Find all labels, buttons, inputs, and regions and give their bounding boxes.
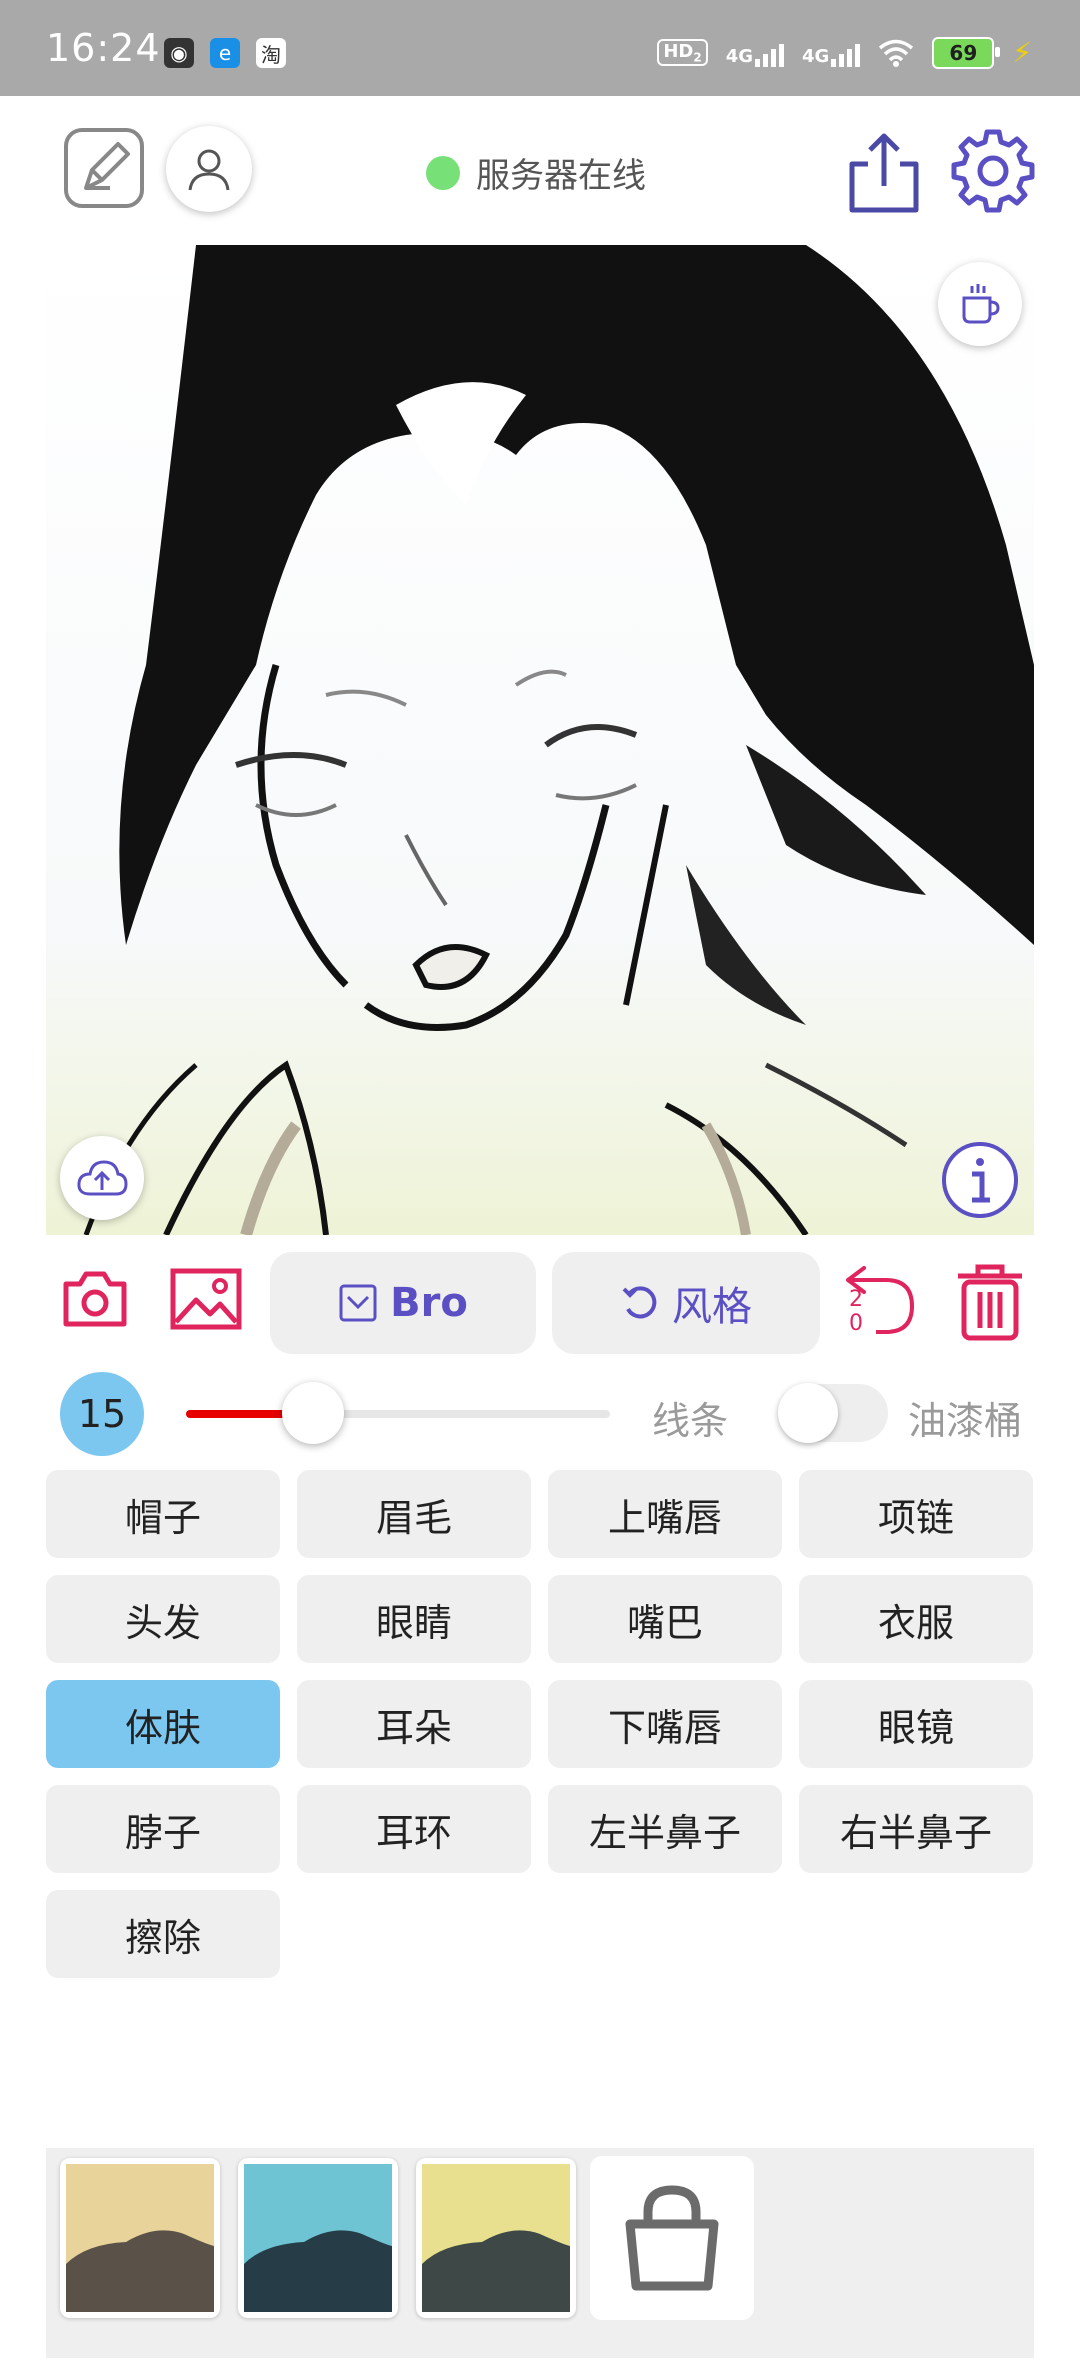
style-button[interactable]: 风格 xyxy=(552,1252,820,1354)
network-1: 4G xyxy=(726,39,785,67)
part-button[interactable]: 眉毛 xyxy=(297,1470,531,1558)
checkbox-icon xyxy=(339,1284,377,1322)
gallery-image-icon[interactable] xyxy=(170,1268,242,1330)
style-swatch[interactable] xyxy=(238,2158,398,2318)
part-button[interactable]: 脖子 xyxy=(46,1785,280,1873)
style-thumbnail xyxy=(422,2164,570,2312)
status-indicators: HD2 4G 4G 69 ⚡ xyxy=(657,36,1032,69)
edit-icon[interactable] xyxy=(64,128,144,208)
part-button[interactable]: 项链 xyxy=(799,1470,1033,1558)
cloud-upload-icon[interactable] xyxy=(60,1136,144,1220)
bro-button[interactable]: Bro xyxy=(270,1252,536,1354)
paint-bucket-toggle[interactable] xyxy=(778,1383,888,1443)
brush-size-badge: 15 xyxy=(60,1372,144,1456)
server-status-label: 服务器在线 xyxy=(476,156,646,196)
part-button[interactable]: 耳环 xyxy=(297,1785,531,1873)
trash-icon[interactable] xyxy=(950,1262,1030,1342)
part-button[interactable]: 眼睛 xyxy=(297,1575,531,1663)
user-icon[interactable] xyxy=(166,126,252,212)
shop-bag-button[interactable] xyxy=(590,2156,754,2320)
coffee-cup-icon[interactable] xyxy=(938,262,1022,346)
toggle-knob xyxy=(778,1383,838,1443)
style-thumbnail xyxy=(66,2164,214,2312)
line-mode-label: 线条 xyxy=(652,1399,729,1443)
undo-count: 2 0 xyxy=(849,1287,863,1336)
brush-size-slider[interactable] xyxy=(186,1382,610,1444)
charging-icon: ⚡ xyxy=(1012,36,1032,69)
status-time: 16:24 xyxy=(46,26,161,70)
style-label: 风格 xyxy=(672,1284,752,1330)
camera-icon[interactable] xyxy=(62,1270,128,1328)
part-button[interactable]: 帽子 xyxy=(46,1470,280,1558)
style-swatch[interactable] xyxy=(416,2158,576,2318)
drawing-canvas[interactable] xyxy=(46,245,1034,1235)
rotate-icon xyxy=(622,1286,657,1319)
style-swatch[interactable] xyxy=(60,2158,220,2318)
server-status: 服务器在线 xyxy=(426,148,646,197)
settings-gear-icon[interactable] xyxy=(948,126,1038,216)
part-button[interactable]: 右半鼻子 xyxy=(799,1785,1033,1873)
paint-bucket-label: 油漆桶 xyxy=(908,1399,1023,1443)
battery-icon: 69 xyxy=(932,36,1001,69)
bro-label: Bro xyxy=(390,1280,468,1326)
shopping-bag-icon xyxy=(625,2185,719,2291)
sketch-artwork xyxy=(83,245,1034,1235)
signal-bars-2-icon xyxy=(831,39,861,67)
share-icon[interactable] xyxy=(846,130,922,214)
part-button[interactable]: 眼镜 xyxy=(799,1680,1033,1768)
part-button[interactable]: 头发 xyxy=(46,1575,280,1663)
part-button[interactable]: 体肤 xyxy=(46,1680,280,1768)
status-bar: 16:24 ◉ e 淘 HD2 4G 4G 69 ⚡ xyxy=(0,0,1080,96)
parts-grid: 帽子 眉毛 上嘴唇 项链头发 眼睛 嘴巴 衣服体肤 耳朵 下嘴唇 眼镜脖子 耳环 左半鼻子 右半鼻子擦除 xyxy=(46,1470,1034,1978)
status-app-icons: ◉ e 淘 xyxy=(164,38,286,68)
hd-badge: HD2 xyxy=(657,38,708,67)
taobao-icon: 淘 xyxy=(256,38,286,68)
style-thumbnail xyxy=(244,2164,392,2312)
info-icon[interactable] xyxy=(940,1140,1020,1220)
slider-thumb[interactable] xyxy=(282,1382,345,1444)
part-button[interactable]: 嘴巴 xyxy=(548,1575,782,1663)
app-icon-1: ◉ xyxy=(164,38,194,68)
online-indicator-icon xyxy=(426,155,460,190)
signal-bars-1-icon xyxy=(755,39,785,67)
part-button[interactable]: 衣服 xyxy=(799,1575,1033,1663)
part-button[interactable]: 擦除 xyxy=(46,1890,280,1978)
part-button[interactable]: 上嘴唇 xyxy=(548,1470,782,1558)
part-button[interactable]: 耳朵 xyxy=(297,1680,531,1768)
wifi-icon xyxy=(879,39,914,67)
part-button[interactable]: 下嘴唇 xyxy=(548,1680,782,1768)
network-2: 4G xyxy=(802,39,861,67)
app-icon-2: e xyxy=(210,38,240,68)
part-button[interactable]: 左半鼻子 xyxy=(548,1785,782,1873)
